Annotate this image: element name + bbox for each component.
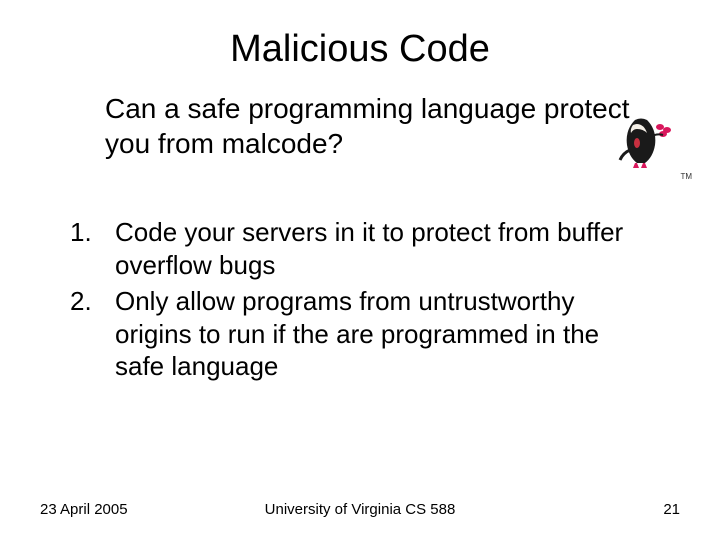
question-text: Can a safe programming language protect … [105, 91, 650, 161]
list-item: Code your servers in it to protect from … [70, 216, 650, 281]
slide: Malicious Code Can a safe programming la… [0, 0, 720, 540]
slide-title: Malicious Code [40, 28, 680, 71]
numbered-list: Code your servers in it to protect from … [70, 216, 650, 383]
tm-label: TM [680, 172, 692, 181]
list-item: Only allow programs from untrustworthy o… [70, 285, 650, 383]
page-number: 21 [663, 501, 680, 518]
duke-mascot-icon [615, 115, 680, 170]
footer-center: University of Virginia CS 588 [265, 501, 456, 518]
footer-date: 23 April 2005 [40, 501, 128, 518]
footer: 23 April 2005 University of Virginia CS … [0, 501, 720, 518]
